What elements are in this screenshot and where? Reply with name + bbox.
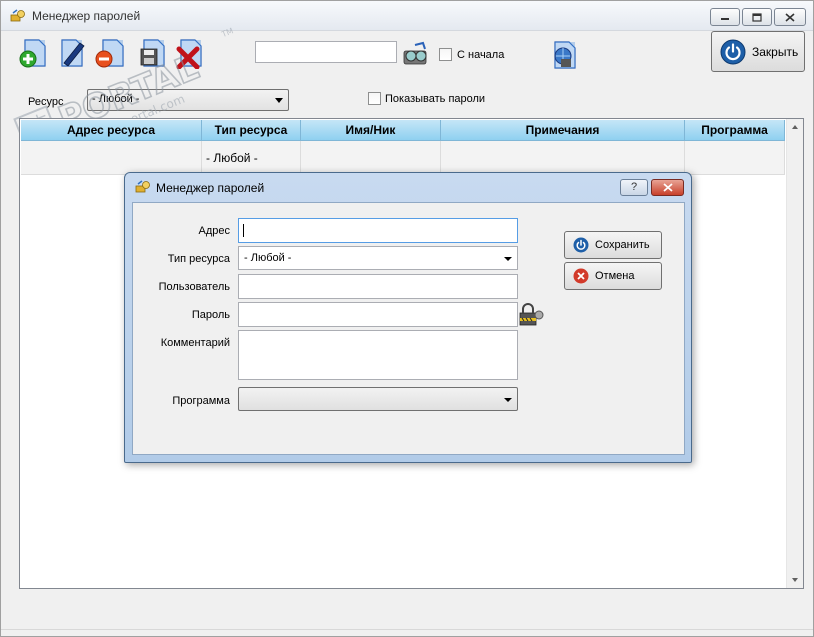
clear-icon[interactable] xyxy=(173,37,205,69)
table-cell[interactable] xyxy=(21,141,202,175)
table-cell[interactable]: - Любой - xyxy=(202,141,301,175)
window-close-button[interactable] xyxy=(774,8,806,26)
password-label: Пароль xyxy=(191,309,230,321)
chevron-down-icon xyxy=(275,98,283,103)
column-header-notes[interactable]: Примечания xyxy=(441,120,685,141)
minimize-button[interactable] xyxy=(710,8,740,26)
column-header-type[interactable]: Тип ресурса xyxy=(202,120,301,141)
column-header-address[interactable]: Адрес ресурса xyxy=(21,120,202,141)
close-icon xyxy=(785,12,795,22)
type-label: Тип ресурса xyxy=(167,253,230,265)
cancel-button[interactable]: Отмена xyxy=(564,262,662,290)
resource-select-value: - Любой - xyxy=(92,93,140,105)
close-app-button[interactable]: Закрыть xyxy=(711,31,805,72)
from-start-label: С начала xyxy=(457,49,505,61)
save-label: Сохранить xyxy=(595,239,650,251)
power-icon xyxy=(573,237,589,253)
cancel-label: Отмена xyxy=(595,270,635,282)
scroll-up-icon[interactable] xyxy=(792,125,798,129)
title-bar[interactable]: Менеджер паролей xyxy=(1,1,813,31)
close-icon xyxy=(662,183,673,192)
user-input[interactable] xyxy=(238,274,518,299)
program-select[interactable] xyxy=(238,387,518,411)
add-icon[interactable] xyxy=(17,37,49,69)
table-cell[interactable] xyxy=(685,141,785,175)
type-select[interactable]: - Любой - xyxy=(238,246,518,270)
save-button[interactable]: Сохранить xyxy=(564,231,662,259)
search-input[interactable] xyxy=(255,41,397,63)
column-header-nick[interactable]: Имя/Ник xyxy=(301,120,441,141)
delete-icon[interactable] xyxy=(93,37,125,69)
power-icon xyxy=(720,39,746,64)
resource-label: Ресурс xyxy=(28,96,64,108)
password-input[interactable] xyxy=(238,302,518,327)
chevron-down-icon xyxy=(504,257,512,261)
window-title: Менеджер паролей xyxy=(32,9,141,23)
vertical-scrollbar[interactable] xyxy=(786,119,803,588)
minimize-icon xyxy=(721,18,729,20)
status-bar xyxy=(1,629,813,637)
edit-dialog: Менеджер паролей ? Адрес Тип ресурса - Л… xyxy=(124,172,692,463)
maximize-icon xyxy=(752,12,762,22)
from-start-checkbox[interactable] xyxy=(439,48,452,61)
table-cell[interactable] xyxy=(301,141,441,175)
close-app-label: Закрыть xyxy=(752,44,799,59)
dialog-help-button[interactable]: ? xyxy=(620,179,648,196)
comment-textarea[interactable] xyxy=(238,330,518,380)
comment-label: Комментарий xyxy=(160,337,230,349)
show-passwords-checkbox[interactable] xyxy=(368,92,381,105)
text-caret xyxy=(243,224,244,237)
app-key-icon xyxy=(10,9,25,22)
dialog-body: Адрес Тип ресурса - Любой - Пользователь… xyxy=(132,202,685,455)
show-passwords-label: Показывать пароли xyxy=(385,93,486,105)
export-icon[interactable] xyxy=(548,39,580,71)
app-key-icon xyxy=(135,180,150,193)
generate-password-icon[interactable] xyxy=(519,303,545,327)
dialog-close-button[interactable] xyxy=(651,179,684,196)
dialog-title: Менеджер паролей xyxy=(156,181,265,195)
address-input[interactable] xyxy=(238,218,518,243)
program-label: Программа xyxy=(172,395,230,407)
find-icon[interactable] xyxy=(401,39,431,69)
save-icon[interactable] xyxy=(134,37,166,69)
maximize-button[interactable] xyxy=(742,8,772,26)
resource-select[interactable]: - Любой - xyxy=(87,89,289,111)
table-cell[interactable] xyxy=(441,141,685,175)
scroll-down-icon[interactable] xyxy=(792,578,798,582)
address-label: Адрес xyxy=(198,225,231,237)
user-label: Пользователь xyxy=(158,281,230,293)
column-header-program[interactable]: Программа xyxy=(685,120,785,141)
cancel-icon xyxy=(573,268,589,284)
type-select-value: - Любой - xyxy=(244,252,292,264)
chevron-down-icon xyxy=(504,398,512,402)
edit-icon[interactable] xyxy=(56,37,88,69)
